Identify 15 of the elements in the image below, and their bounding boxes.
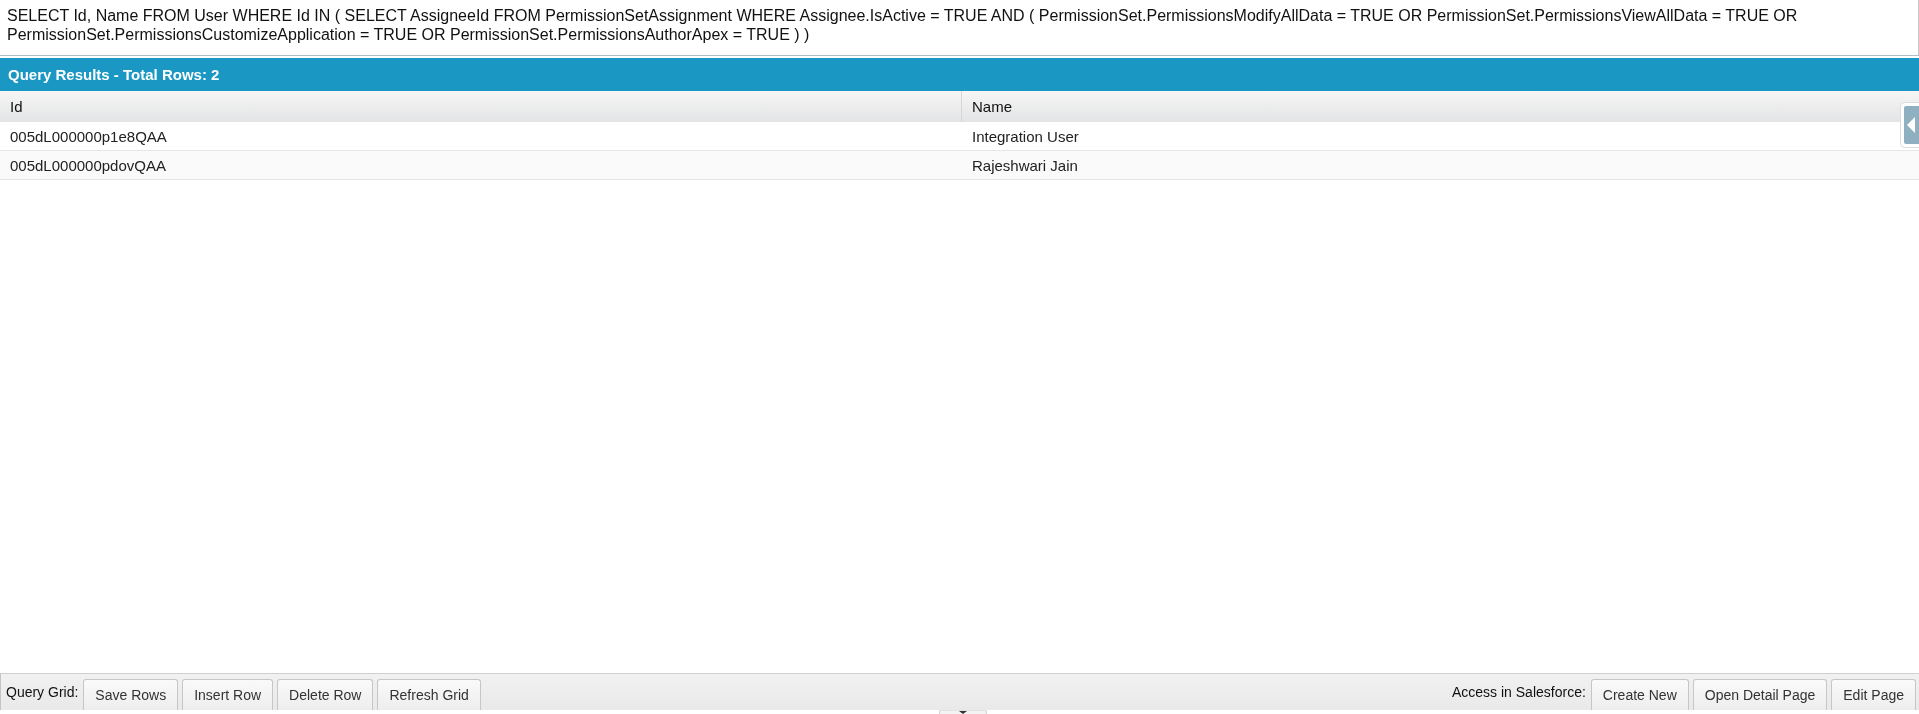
toolbar-button[interactable]: Insert Row	[182, 679, 274, 710]
toolbar-button[interactable]: Open Detail Page	[1692, 679, 1828, 710]
query-field[interactable]: SELECT Id, Name FROM User WHERE Id IN ( SELECT AssigneeId FROM PermissionSetAssignment WHERE Assignee.IsActive = TRUE AND ( PermissionSet.PermissionsModifyAllData = TRUE OR PermissionSet.PermissionsViewAllData = TRUE OR PermissionSet.PermissionsCustomizeApplication = TRUE OR PermissionSet.PermissionsAuthorApex = TRUE ) )	[0, 0, 1919, 56]
table-cell: 005dL000000pdovQAA	[0, 151, 962, 180]
column-header[interactable]: Id	[0, 91, 962, 122]
toolbar-button[interactable]: Delete Row	[277, 679, 374, 710]
results-title-bar: Query Results - Total Rows: 2	[0, 58, 1919, 91]
column-header[interactable]: Name	[962, 91, 1919, 122]
table-cell: Rajeshwari Jain	[962, 151, 1919, 180]
toolbar-button[interactable]: Edit Page	[1831, 679, 1916, 710]
toolbar-label: Query Grid:	[6, 684, 79, 700]
toolbar-button[interactable]: Save Rows	[83, 679, 179, 710]
toolbar-button[interactable]: Create New	[1590, 679, 1689, 710]
toolbar-label: Access in Salesforce:	[1452, 684, 1586, 700]
toolbar-button[interactable]: Refresh Grid	[377, 679, 481, 710]
